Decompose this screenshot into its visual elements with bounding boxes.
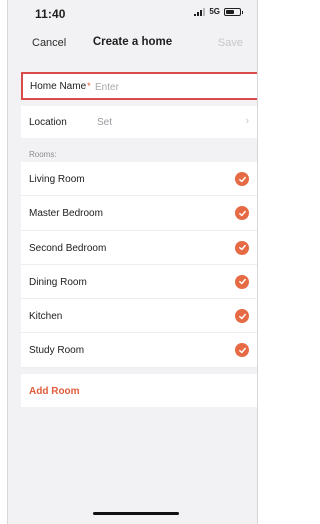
save-button[interactable]: Save	[218, 37, 243, 49]
room-label: Master Bedroom	[29, 208, 103, 220]
home-name-label: Home Name*	[30, 81, 91, 92]
home-name-input[interactable]	[95, 78, 245, 96]
checkmark-circle-icon[interactable]	[235, 240, 249, 255]
room-row-study-room[interactable]: Study Room	[21, 333, 257, 368]
chevron-right-icon: ›	[245, 115, 249, 127]
phone-screen: 11:40 5G Cancel Create a home Save Home …	[7, 0, 258, 524]
signal-strength-icon	[194, 8, 206, 16]
room-label: Dining Room	[29, 276, 87, 288]
add-room-button[interactable]: Add Room	[21, 374, 257, 407]
checkmark-circle-icon[interactable]	[235, 274, 249, 289]
network-type: 5G	[209, 7, 220, 16]
checkmark-circle-icon[interactable]	[235, 343, 249, 358]
location-label: Location	[29, 117, 67, 128]
checkmark-circle-icon[interactable]	[235, 309, 249, 324]
status-time: 11:40	[35, 7, 66, 21]
status-bar: 11:40 5G	[8, 0, 257, 26]
home-name-label-text: Home Name	[30, 81, 87, 92]
room-row-living-room[interactable]: Living Room	[21, 162, 257, 197]
home-indicator[interactable]	[93, 512, 179, 515]
room-row-kitchen[interactable]: Kitchen	[21, 299, 257, 334]
checkmark-circle-icon[interactable]	[235, 206, 249, 221]
checkmark-circle-icon[interactable]	[235, 172, 249, 186]
required-mark: *	[87, 81, 91, 91]
room-label: Second Bedroom	[29, 242, 107, 254]
rooms-list: Living Room Master Bedroom Second Bedroo…	[21, 162, 257, 368]
room-label: Study Room	[29, 345, 85, 357]
location-row[interactable]: Location Set ›	[21, 106, 257, 138]
room-label: Kitchen	[29, 311, 63, 323]
status-indicators: 5G	[194, 7, 243, 16]
location-value: Set	[97, 117, 113, 128]
room-row-second-bedroom[interactable]: Second Bedroom	[21, 231, 257, 265]
navigation-bar: Cancel Create a home Save	[8, 26, 257, 62]
room-row-dining-room[interactable]: Dining Room	[21, 265, 257, 300]
home-name-row[interactable]: Home Name*	[21, 72, 257, 100]
add-room-label: Add Room	[29, 386, 80, 397]
rooms-section-label: Rooms:	[29, 150, 57, 159]
room-row-master-bedroom[interactable]: Master Bedroom	[21, 196, 257, 231]
battery-icon	[224, 8, 243, 16]
room-label: Living Room	[29, 174, 85, 185]
